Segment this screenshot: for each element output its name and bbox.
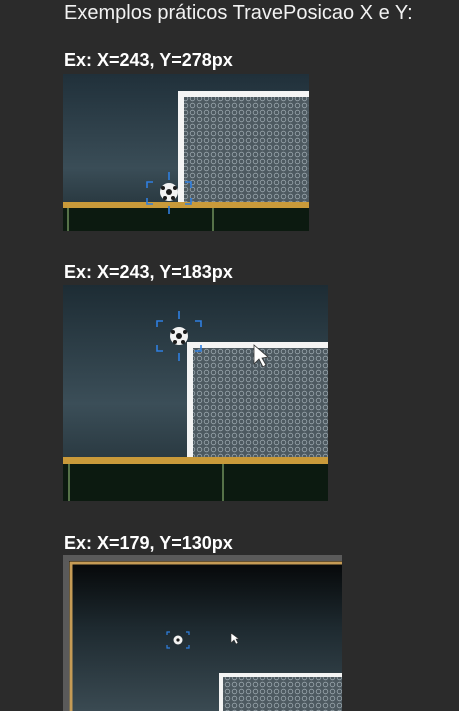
goal-net <box>181 94 309 202</box>
ground-line <box>63 202 309 208</box>
example-2-screenshot <box>63 285 328 501</box>
example-1-screenshot <box>63 74 309 231</box>
soccer-ball-icon <box>170 327 188 345</box>
example-1-label: Ex: X=243, Y=278px <box>64 50 233 70</box>
goal-net <box>221 677 342 711</box>
example-3-label: Ex: X=179, Y=130px <box>64 533 233 553</box>
ground-line <box>63 457 328 464</box>
soccer-ball-icon <box>173 635 183 645</box>
example-3-screenshot <box>63 555 342 711</box>
example-2-label: Ex: X=243, Y=183px <box>64 262 233 282</box>
page-title: Exemplos práticos TravePosicao X e Y: <box>64 2 413 24</box>
soccer-ball-icon <box>160 183 178 201</box>
goal-net <box>190 347 328 457</box>
